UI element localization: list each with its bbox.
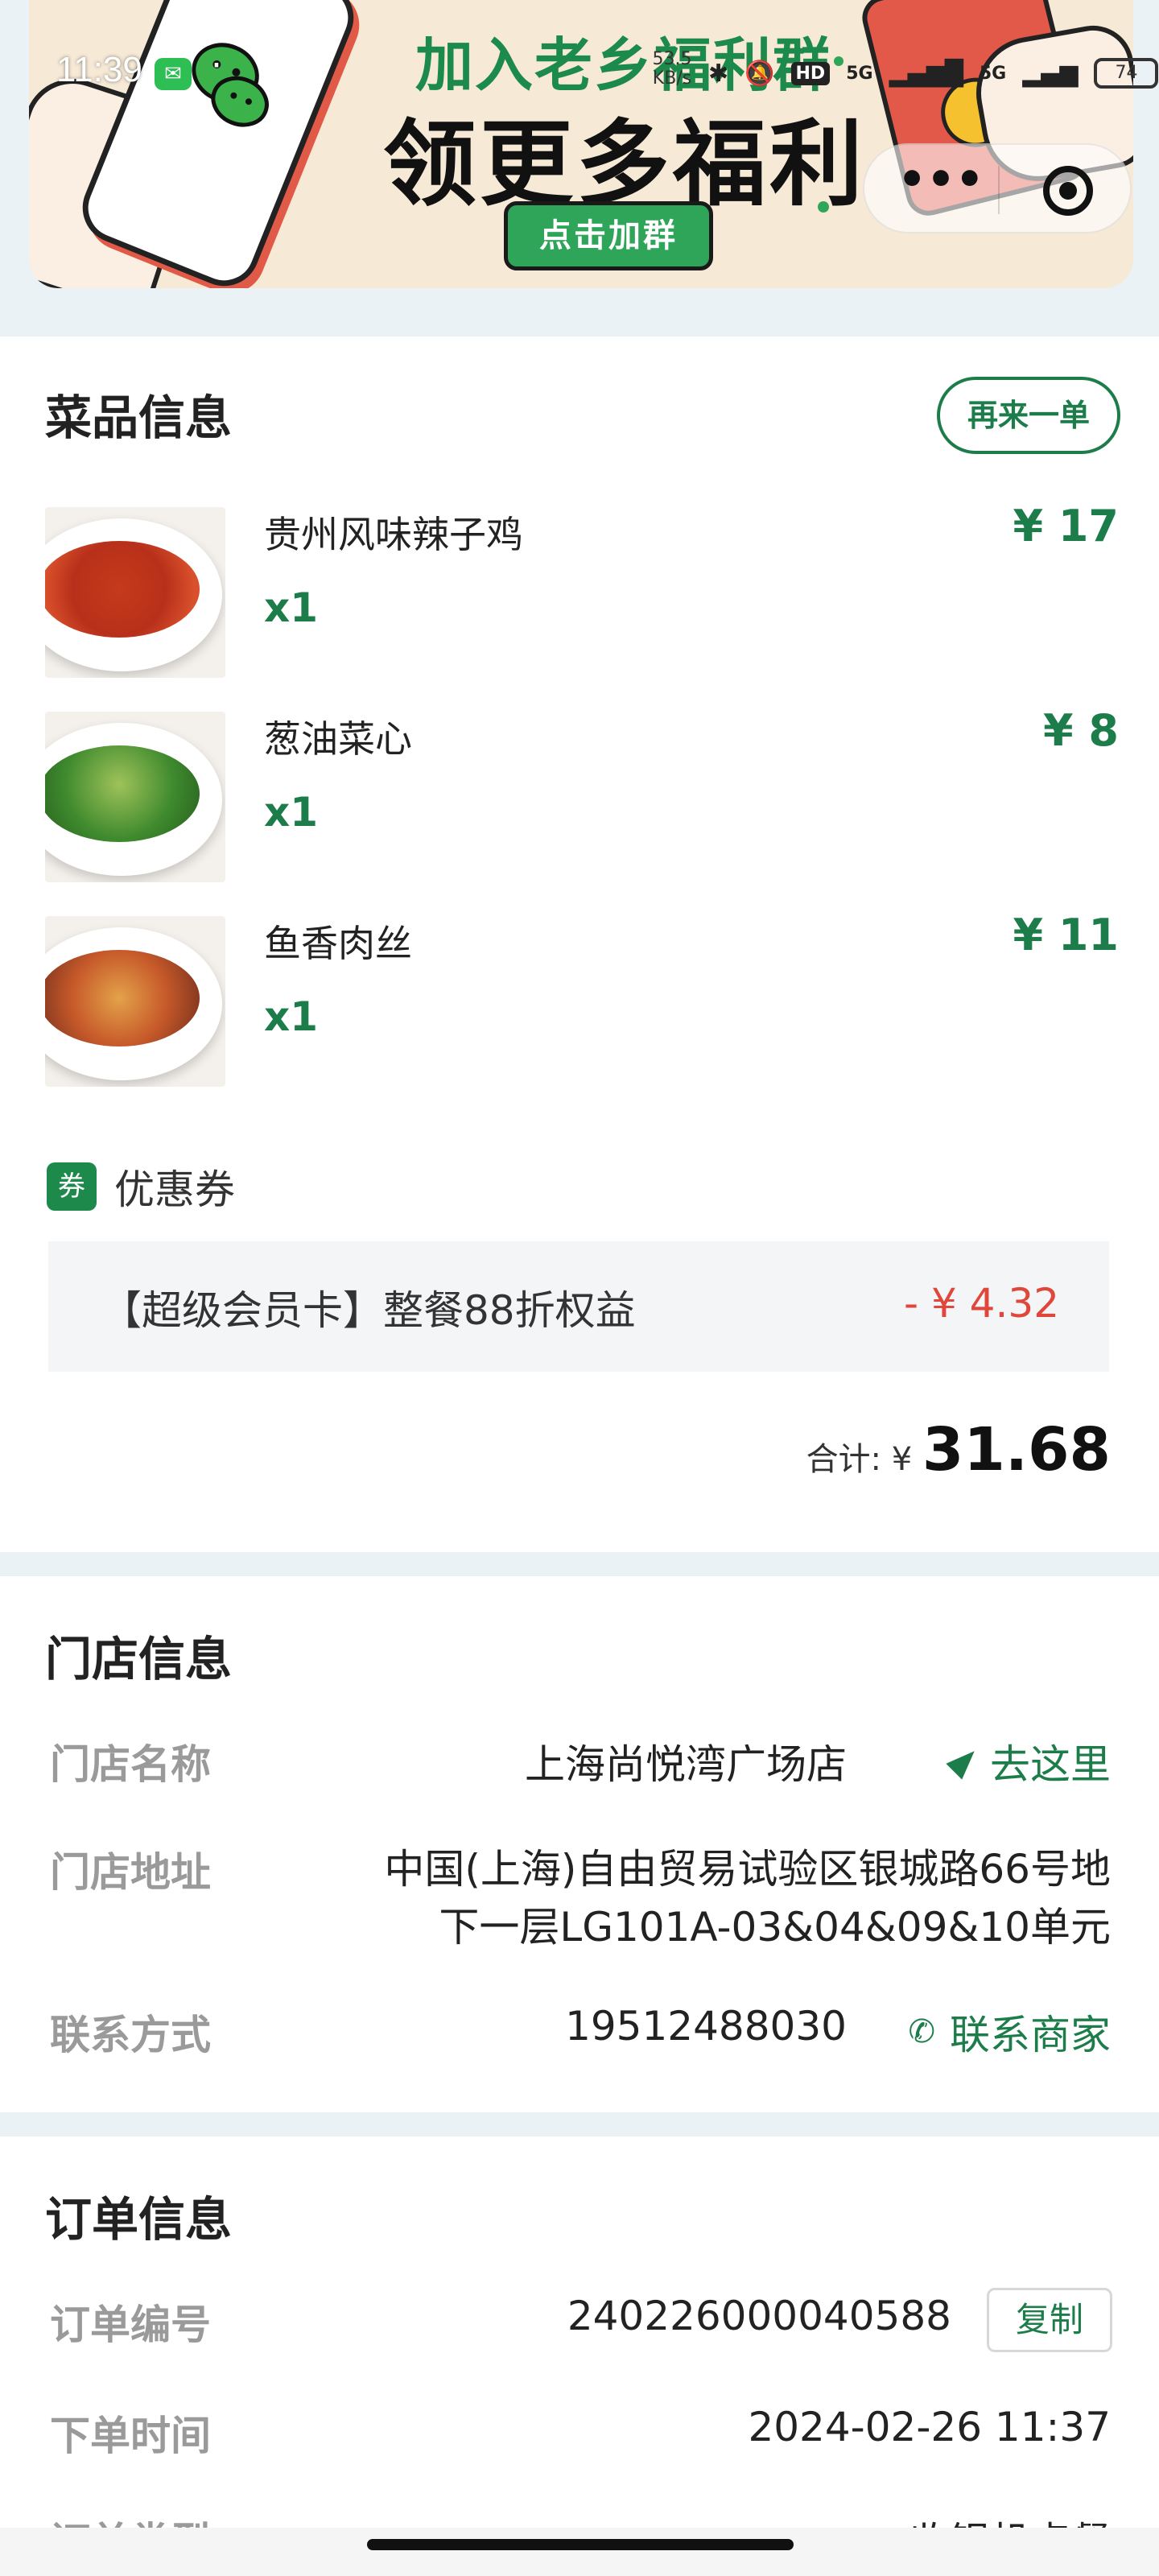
- mute-icon: 🔕: [744, 59, 775, 88]
- dish-image: [45, 712, 225, 882]
- navigate-label: 去这里: [990, 1741, 1111, 1788]
- hd-badge: HD: [790, 61, 831, 85]
- copy-button[interactable]: 复制: [987, 2288, 1112, 2352]
- status-icons: ✱ 🔕 HD 5G ▂▄▆█ 5G ▂▄▆ 74: [708, 53, 1159, 93]
- store-address-value: 中国(上海)自由贸易试验区银城路66号地 下一层LG101A-03&04&09&…: [384, 1840, 1111, 1956]
- dish-quantity: x1: [264, 993, 319, 1040]
- capsule-divider: [998, 166, 1000, 214]
- order-number-value: 240226000040588: [567, 2293, 951, 2339]
- total-value: 31.68: [922, 1415, 1111, 1484]
- dish-name: 葱油菜心: [264, 717, 412, 761]
- store-contact-value: 19512488030: [565, 2003, 847, 2050]
- order-card: 订单信息 订单编号 240226000040588 复制 下单时间 2024-0…: [0, 2136, 1159, 2576]
- banner-area: 加入老乡福利群 领更多福利 点击加群 11:39 ✉ · 53.5 KB/s ✱…: [0, 0, 1159, 314]
- dish-quantity: x1: [264, 789, 319, 836]
- store-contact-label: 联系方式: [50, 2012, 211, 2058]
- order-time-label: 下单时间: [50, 2413, 211, 2459]
- store-address-label: 门店地址: [50, 1849, 211, 1896]
- section-title-store: 门店信息: [45, 1632, 233, 1686]
- dish-item[interactable]: 鱼香肉丝 x1 ¥ 11: [0, 906, 1159, 1092]
- store-name-value: 上海尚悦湾广场店: [525, 1741, 847, 1788]
- coupon-detail: 【超级会员卡】整餐88折权益 - ¥ 4.32: [48, 1241, 1109, 1372]
- section-title-order: 订单信息: [45, 2192, 233, 2247]
- coupon-icon: 券: [47, 1162, 97, 1211]
- dish-price: ¥ 8: [1043, 705, 1119, 756]
- dish-quantity: x1: [264, 584, 319, 631]
- contact-merchant-label: 联系商家: [950, 2012, 1111, 2058]
- order-time-value: 2024-02-26 11:37: [748, 2404, 1111, 2450]
- total-label: 合计: ¥: [806, 1441, 922, 1478]
- navigate-button[interactable]: 去这里: [946, 1732, 1111, 1790]
- dish-image: [45, 916, 225, 1087]
- network-speed: 53.5 KB/s: [652, 49, 692, 89]
- miniprogram-capsule: •••: [863, 143, 1132, 233]
- coupon-discount-amount: - ¥ 4.32: [904, 1280, 1059, 1327]
- order-number-label: 订单编号: [50, 2301, 211, 2348]
- home-indicator[interactable]: [367, 2539, 794, 2550]
- signal-bars-icon: ▂▄▆█: [889, 59, 963, 88]
- status-bar: 11:39 ✉ · 53.5 KB/s ✱ 🔕 HD 5G ▂▄▆█ 5G ▂▄…: [0, 42, 1159, 106]
- wechat-notification-icon: ✉: [155, 58, 192, 90]
- contact-merchant-button[interactable]: ✆ 联系商家: [908, 2003, 1111, 2061]
- coupon-name: 【超级会员卡】整餐88折权益: [101, 1287, 636, 1334]
- store-name-label: 门店名称: [50, 1741, 211, 1788]
- phone-icon: ✆: [908, 2013, 935, 2050]
- status-time: 11:39: [56, 50, 142, 89]
- more-dots-icon[interactable]: •••: [897, 158, 985, 216]
- store-address-line: 下一层LG101A-03&04&09&10单元: [439, 1904, 1111, 1951]
- store-address-line: 中国(上海)自由贸易试验区银城路66号地: [384, 1846, 1111, 1893]
- bluetooth-icon: ✱: [708, 59, 729, 88]
- section-title-dishes: 菜品信息: [45, 390, 233, 445]
- signal-bars-icon: ▂▄▆: [1022, 59, 1079, 88]
- signal-label: 5G: [846, 63, 873, 84]
- dish-name: 鱼香肉丝: [264, 922, 412, 965]
- dish-price: ¥ 17: [1013, 501, 1119, 551]
- dish-image: [45, 507, 225, 678]
- dishes-card: 菜品信息 再来一单 贵州风味辣子鸡 x1 ¥ 17 葱油菜心 x1 ¥ 8 鱼香…: [0, 336, 1159, 1552]
- battery-icon: 74: [1094, 58, 1159, 89]
- dish-item[interactable]: 葱油菜心 x1 ¥ 8: [0, 702, 1159, 887]
- navigation-arrow-icon: [946, 1743, 983, 1780]
- navigation-bar: [0, 2528, 1159, 2576]
- target-circle-icon[interactable]: [1043, 166, 1093, 216]
- signal-label: 5G: [979, 63, 1007, 84]
- order-total: 合计: ¥ 31.68: [806, 1415, 1111, 1496]
- coupon-label: 优惠券: [114, 1166, 235, 1213]
- dish-item[interactable]: 贵州风味辣子鸡 x1 ¥ 17: [0, 497, 1159, 683]
- store-card: 门店信息 门店名称 上海尚悦湾广场店 去这里 门店地址 中国(上海)自由贸易试验…: [0, 1576, 1159, 2112]
- join-group-button[interactable]: 点击加群: [504, 201, 713, 270]
- reorder-button[interactable]: 再来一单: [937, 377, 1120, 454]
- more-notifications-icon: ·: [211, 45, 222, 86]
- dish-price: ¥ 11: [1013, 910, 1119, 960]
- dish-name: 贵州风味辣子鸡: [264, 513, 523, 556]
